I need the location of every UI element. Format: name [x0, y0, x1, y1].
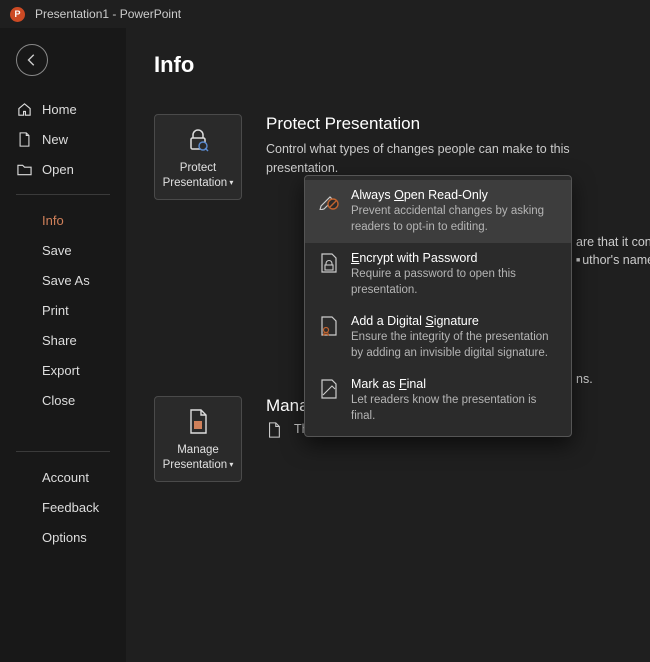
menu-item[interactable]: Add a Digital Signature Ensure the integr… [305, 306, 571, 369]
nav-label: Info [42, 213, 64, 228]
powerpoint-app-icon: P [10, 7, 25, 22]
menu-item-desc: Prevent accidental changes by asking rea… [351, 204, 557, 235]
menu-item-desc: Require a password to open this presenta… [351, 267, 557, 298]
menu-item[interactable]: Always Open Read-Only Prevent accidental … [305, 180, 571, 243]
protect-presentation-menu: Always Open Read-Only Prevent accidental … [304, 175, 572, 437]
nav-info[interactable]: Info [0, 205, 126, 235]
nav-divider [16, 194, 110, 195]
nav-label: Feedback [42, 500, 99, 515]
nav-label: Print [42, 303, 69, 318]
nav-label: Options [42, 530, 87, 545]
info-content: Info Protect Presentation Protect Presen… [126, 28, 650, 662]
nav-label: Share [42, 333, 77, 348]
nav-print[interactable]: Print [0, 295, 126, 325]
nav-open[interactable]: Open [0, 154, 126, 184]
nav-label: Save As [42, 273, 90, 288]
back-button[interactable] [16, 44, 48, 76]
nav-export[interactable]: Export [0, 355, 126, 385]
nav-label: Save [42, 243, 72, 258]
home-icon [16, 101, 32, 117]
document-icon [187, 407, 209, 437]
nav-feedback[interactable]: Feedback [0, 492, 126, 522]
menu-item-title: Encrypt with Password [351, 251, 557, 265]
titlebar: P Presentation1 - PowerPoint [0, 0, 650, 28]
nav-share[interactable]: Share [0, 325, 126, 355]
nav-label: Home [42, 102, 77, 117]
menu-item-title: Always Open Read-Only [351, 188, 557, 202]
menu-item[interactable]: Encrypt with Password Require a password … [305, 243, 571, 306]
nav-divider [16, 451, 110, 452]
nav-close[interactable]: Close [0, 385, 126, 415]
nav-home[interactable]: Home [0, 94, 126, 124]
menu-item[interactable]: Mark as Final Let readers know the presen… [305, 369, 571, 432]
protect-heading: Protect Presentation [266, 114, 622, 134]
nav-account[interactable]: Account [0, 462, 126, 492]
doc-icon [16, 131, 32, 147]
menu-item-title: Mark as Final [351, 377, 557, 391]
inspect-fragment: ns. [576, 372, 593, 386]
manage-button-label: Manage Presentation [161, 443, 235, 473]
inspect-fragment: are that it contains: [576, 235, 650, 249]
nav-save-as[interactable]: Save As [0, 265, 126, 295]
pen-prohibit-icon [319, 188, 339, 235]
nav-label: Open [42, 162, 74, 177]
manage-presentation-button[interactable]: Manage Presentation [154, 396, 242, 482]
protect-presentation-button[interactable]: Protect Presentation [154, 114, 242, 200]
backstage-sidebar: Home New Open Info Save Save As Print Share Exp… [0, 28, 126, 662]
nav-label: Export [42, 363, 80, 378]
protect-button-label: Protect Presentation [161, 161, 235, 191]
window-title: Presentation1 - PowerPoint [35, 7, 181, 21]
protect-desc: Control what types of changes people can… [266, 140, 622, 178]
nav-label: New [42, 132, 68, 147]
page-title: Info [154, 52, 622, 78]
back-arrow-icon [25, 53, 39, 67]
inspect-fragment: uthor's name [576, 253, 650, 267]
nav-new[interactable]: New [0, 124, 126, 154]
nav-options[interactable]: Options [0, 522, 126, 552]
document-icon [266, 422, 282, 438]
lock-icon [186, 125, 210, 155]
nav-label: Close [42, 393, 75, 408]
folder-icon [16, 161, 32, 177]
menu-item-title: Add a Digital Signature [351, 314, 557, 328]
ribbon-doc-icon [319, 314, 339, 361]
nav-label: Account [42, 470, 89, 485]
final-doc-icon [319, 377, 339, 424]
nav-save[interactable]: Save [0, 235, 126, 265]
menu-item-desc: Ensure the integrity of the presentation… [351, 330, 557, 361]
menu-item-desc: Let readers know the presentation is fin… [351, 393, 557, 424]
lock-doc-icon [319, 251, 339, 298]
